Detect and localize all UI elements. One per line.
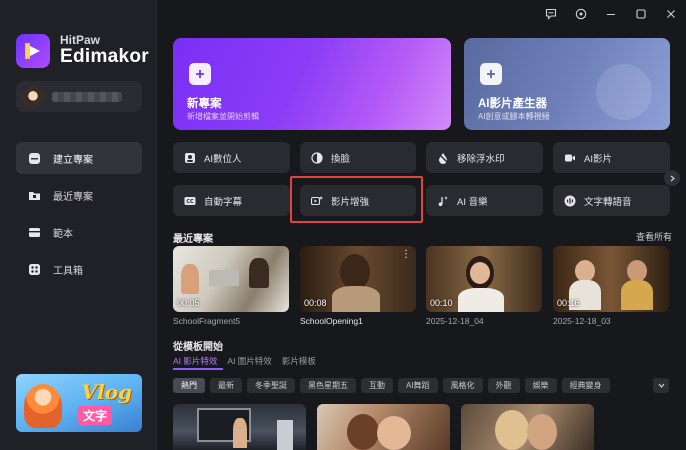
new-project-icon	[27, 151, 41, 165]
plus-icon	[480, 63, 502, 85]
folder-icon	[27, 188, 41, 202]
template-icon	[27, 225, 41, 239]
recent-project-card[interactable]: 00:05	[173, 246, 289, 312]
chip-interactive[interactable]: 互動	[361, 378, 393, 393]
tool-label: AI數位人	[204, 153, 242, 165]
sidebar-item-toolbox[interactable]: 工具箱	[16, 253, 142, 285]
sidebar-item-templates[interactable]: 範本	[16, 216, 142, 248]
sidebar-item-label: 工具箱	[53, 265, 83, 277]
highlight-box	[290, 176, 423, 223]
tool-ai-video[interactable]: AI影片	[553, 142, 670, 173]
tab-ai-image-effects[interactable]: AI 圖片特效	[227, 355, 271, 367]
template-card[interactable]	[461, 404, 594, 450]
see-all-link[interactable]: 查看所有	[636, 230, 672, 243]
app-window: HitPaw Edimakor 建立專案 最近專案 範本 工具箱 Vlog 文字…	[0, 0, 686, 450]
chips-expand-button[interactable]	[653, 378, 669, 393]
tool-label: AI影片	[584, 153, 612, 165]
play-decoration-icon	[596, 64, 652, 120]
main-content: 新專案 新增檔案並開始剪輯 AI影片產生器 AI創意或腳本轉視頻 AI數位人 換…	[157, 0, 686, 450]
template-category-chips: 熱門 最新 冬季聖誕 黑色星期五 互動 AI舞蹈 風格化 外觀 娛樂 經典變身	[173, 378, 615, 393]
tool-label: 文字轉語音	[584, 196, 632, 208]
chip-appearance[interactable]: 外觀	[487, 378, 520, 393]
text-to-speech-icon	[563, 194, 576, 207]
plus-icon	[189, 63, 211, 85]
brand-line2: Edimakor	[60, 46, 149, 68]
tool-label: 移除浮水印	[457, 153, 505, 165]
chip-black-friday[interactable]: 黑色星期五	[300, 378, 356, 393]
ai-music-icon	[436, 194, 449, 207]
chip-winter-christmas[interactable]: 冬季聖誕	[247, 378, 295, 393]
tool-text-to-speech[interactable]: 文字轉語音	[553, 185, 670, 216]
chip-entertainment[interactable]: 娛樂	[524, 378, 557, 393]
recent-project-name: 2025-12-18_04	[426, 316, 484, 326]
brand: HitPaw Edimakor	[16, 33, 149, 69]
app-logo-icon	[16, 34, 50, 69]
recent-project-card[interactable]: ⋮ 00:08	[300, 246, 416, 312]
new-project-subtitle: 新增檔案並開始剪輯	[187, 112, 259, 121]
new-project-title: 新專案	[187, 98, 222, 110]
chip-ai-dance[interactable]: AI舞蹈	[398, 378, 438, 393]
duration-label: 00:08	[304, 298, 327, 308]
new-project-card[interactable]: 新專案 新增檔案並開始剪輯	[173, 38, 451, 130]
ai-generator-subtitle: AI創意或腳本轉視頻	[478, 112, 550, 121]
promo-subtitle: 文字	[78, 406, 113, 425]
watermark-remove-icon	[436, 151, 449, 164]
duration-label: 00:10	[430, 298, 453, 308]
sidebar-item-label: 範本	[53, 228, 73, 240]
recent-project-name: SchoolFragment5	[173, 316, 241, 326]
template-card[interactable]	[317, 404, 450, 450]
promo-character	[24, 384, 62, 428]
svg-text:CC: CC	[186, 199, 194, 205]
tool-remove-watermark[interactable]: 移除浮水印	[426, 142, 543, 173]
duration-label: 00:05	[177, 298, 200, 308]
sidebar-item-label: 最近專案	[53, 191, 93, 203]
ai-video-icon	[563, 151, 576, 164]
chip-popular[interactable]: 熱門	[173, 378, 205, 393]
tool-label: AI 音樂	[457, 196, 488, 208]
tool-auto-caption[interactable]: CC 自動字幕	[173, 185, 290, 216]
template-card[interactable]	[173, 404, 306, 450]
tool-label: 換臉	[331, 153, 351, 165]
sidebar-item-label: 建立專案	[53, 154, 93, 166]
tool-label: 自動字幕	[204, 196, 243, 208]
avatar	[22, 85, 44, 108]
toolbox-icon	[27, 262, 41, 276]
caption-icon: CC	[183, 194, 196, 207]
chip-latest[interactable]: 最新	[210, 378, 242, 393]
recent-project-card[interactable]: 00:16	[553, 246, 669, 312]
tab-video-templates[interactable]: 影片模板	[282, 355, 316, 367]
promo-title: Vlog	[81, 380, 132, 404]
duration-label: 00:16	[557, 298, 580, 308]
user-account[interactable]	[16, 81, 142, 112]
tool-face-swap[interactable]: 換臉	[300, 142, 416, 173]
ai-video-generator-card[interactable]: AI影片產生器 AI創意或腳本轉視頻	[464, 38, 670, 130]
recent-projects-title: 最近專案	[173, 234, 213, 245]
sidebar: HitPaw Edimakor 建立專案 最近專案 範本 工具箱 Vlog 文字	[0, 0, 157, 450]
active-tab-indicator	[173, 368, 223, 370]
user-name-blurred	[52, 91, 122, 102]
sidebar-item-new-project[interactable]: 建立專案	[16, 142, 142, 174]
sidebar-nav: 建立專案 最近專案 範本 工具箱	[16, 142, 142, 290]
ai-generator-title: AI影片產生器	[478, 98, 547, 110]
sidebar-item-recent[interactable]: 最近專案	[16, 179, 142, 211]
recent-project-name: SchoolOpening1	[300, 316, 363, 326]
chevron-down-icon	[658, 383, 664, 388]
template-tabs: AI 影片特效 AI 圖片特效 影片模板	[173, 355, 326, 367]
recent-project-card[interactable]: 00:10	[426, 246, 542, 312]
chip-stylize[interactable]: 風格化	[442, 378, 483, 393]
tools-next-button[interactable]	[664, 170, 680, 186]
templates-title: 從模板開始	[173, 342, 223, 353]
chevron-right-icon	[670, 175, 675, 181]
chip-classic-transform[interactable]: 經典變身	[561, 378, 610, 393]
more-options-icon[interactable]: ⋮	[401, 249, 411, 260]
tool-ai-digital-human[interactable]: AI數位人	[173, 142, 290, 173]
promo-banner[interactable]: Vlog 文字	[16, 374, 142, 432]
tab-ai-video-effects[interactable]: AI 影片特效	[173, 355, 217, 367]
face-swap-icon	[310, 151, 323, 164]
digital-human-icon	[183, 151, 196, 164]
recent-project-name: 2025-12-18_03	[553, 316, 611, 326]
tool-ai-music[interactable]: AI 音樂	[426, 185, 543, 216]
